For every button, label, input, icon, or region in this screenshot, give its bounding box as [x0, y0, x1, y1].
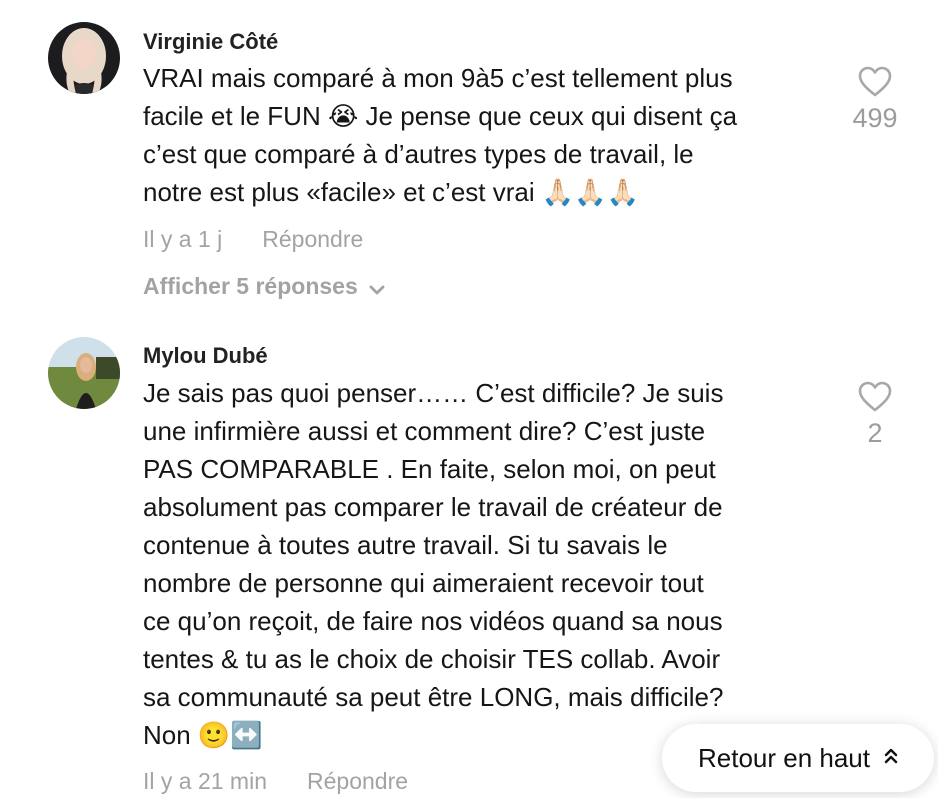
chevron-down-icon	[368, 274, 386, 302]
comment-meta: Il y a 1 j Répondre	[143, 225, 363, 253]
comment-timestamp: Il y a 1 j	[143, 226, 223, 252]
like-button[interactable]: 499	[835, 66, 915, 134]
user-avatar[interactable]	[48, 337, 120, 409]
comment-meta: Il y a 21 min Répondre	[143, 767, 408, 795]
reply-button[interactable]: Répondre	[262, 226, 363, 252]
heart-icon	[858, 66, 892, 97]
show-replies-label: Afficher 5 réponses	[143, 273, 358, 299]
comment-author[interactable]: Mylou Dubé	[143, 343, 268, 369]
heart-icon	[858, 381, 892, 412]
comment-timestamp: Il y a 21 min	[143, 768, 267, 794]
show-replies-button[interactable]: Afficher 5 réponses	[143, 272, 386, 302]
avatar-photo-blonde-woman	[48, 22, 120, 94]
user-avatar[interactable]	[48, 22, 120, 94]
like-count: 499	[852, 103, 898, 133]
like-count: 2	[867, 418, 883, 448]
comment-text: VRAI mais comparé à mon 9à5 c’est tellem…	[143, 63, 738, 207]
double-chevron-up-icon	[884, 747, 898, 770]
avatar-photo-outdoor-woman	[48, 337, 120, 409]
comment-text: Je sais pas quoi penser…… C’est difficil…	[143, 378, 724, 750]
like-button[interactable]: 2	[835, 381, 915, 449]
back-to-top-label: Retour en haut	[697, 742, 870, 773]
reply-button[interactable]: Répondre	[307, 768, 408, 794]
comment-author[interactable]: Virginie Côté	[143, 29, 278, 55]
back-to-top-button[interactable]: Retour en haut	[662, 724, 934, 792]
